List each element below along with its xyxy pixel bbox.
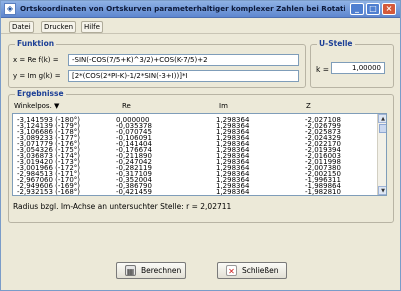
y-function-input[interactable]: [2*(COS(2*PI-K)-1/2*SIN(-3+I))]*I (68, 70, 299, 82)
k-input[interactable]: 1,00000 (331, 62, 385, 74)
maximize-button[interactable]: □ (366, 3, 380, 15)
vertical-scrollbar[interactable]: ▲ ▼ (377, 114, 386, 195)
column-header-z[interactable]: Z (306, 102, 311, 110)
schliessen-label: Schließen (242, 266, 279, 275)
berechnen-label: Berechnen (141, 266, 182, 275)
menu-datei[interactable]: Datei (9, 21, 34, 33)
scroll-up-arrow-icon[interactable]: ▲ (378, 114, 386, 123)
minimize-button[interactable]: _ (350, 3, 364, 15)
title-bar[interactable]: ◈ Ortskoordinaten von Ortskurven paramet… (1, 1, 400, 18)
column-header-im[interactable]: Im (219, 102, 228, 110)
k-label: k = (316, 65, 330, 74)
radius-result-text: Radius bzgl. Im-Achse an untersuchter St… (13, 202, 232, 211)
menu-drucken[interactable]: Drucken (41, 21, 77, 33)
scrollbar-thumb[interactable] (379, 124, 386, 133)
column-header-winkelpos[interactable]: Winkelpos. ▼ (14, 102, 59, 110)
schliessen-button[interactable]: ✕ Schließen (217, 262, 287, 279)
calculator-icon: ▦ (125, 265, 136, 276)
cell-z: -1,982810 (305, 188, 341, 196)
cell-winkelpos: -2,932153 (-168°) (17, 188, 80, 196)
berechnen-button[interactable]: ▦ Berechnen (116, 262, 186, 279)
y-label: y = Im g(k) = (13, 72, 61, 80)
application-window: ◈ Ortskoordinaten von Ortskurven paramet… (0, 0, 401, 291)
column-header-re[interactable]: Re (122, 102, 131, 110)
table-row[interactable]: -2,932153 (-168°) -0,421459 1,298364 -1,982… (13, 188, 375, 196)
x-label: x = Re f(k) = (13, 56, 59, 64)
menu-hilfe[interactable]: Hilfe (81, 21, 103, 33)
cell-re: -0,421459 (116, 188, 152, 196)
cell-im: 1,298364 (216, 188, 250, 196)
window-title: Ortskoordinaten von Ortskurven parameter… (20, 4, 345, 13)
close-window-button[interactable]: × (382, 3, 396, 15)
scroll-down-arrow-icon[interactable]: ▼ (378, 186, 386, 195)
funktion-group-label: Funktion (15, 39, 57, 48)
ergebnisse-group-label: Ergebnisse (15, 89, 66, 98)
x-function-input[interactable]: -SIN(-COS(7/5+K)^3/2)+COS(K-7/5)+2 (68, 54, 299, 66)
menu-bar: Datei Drucken Hilfe (1, 18, 400, 34)
close-x-icon: ✕ (226, 265, 237, 276)
app-icon: ◈ (4, 3, 16, 15)
results-list[interactable]: -3,141593 (-180°) 0,000000 1,298364 -2,0271… (12, 113, 387, 196)
ustelle-group-label: U-Stelle (317, 39, 355, 48)
